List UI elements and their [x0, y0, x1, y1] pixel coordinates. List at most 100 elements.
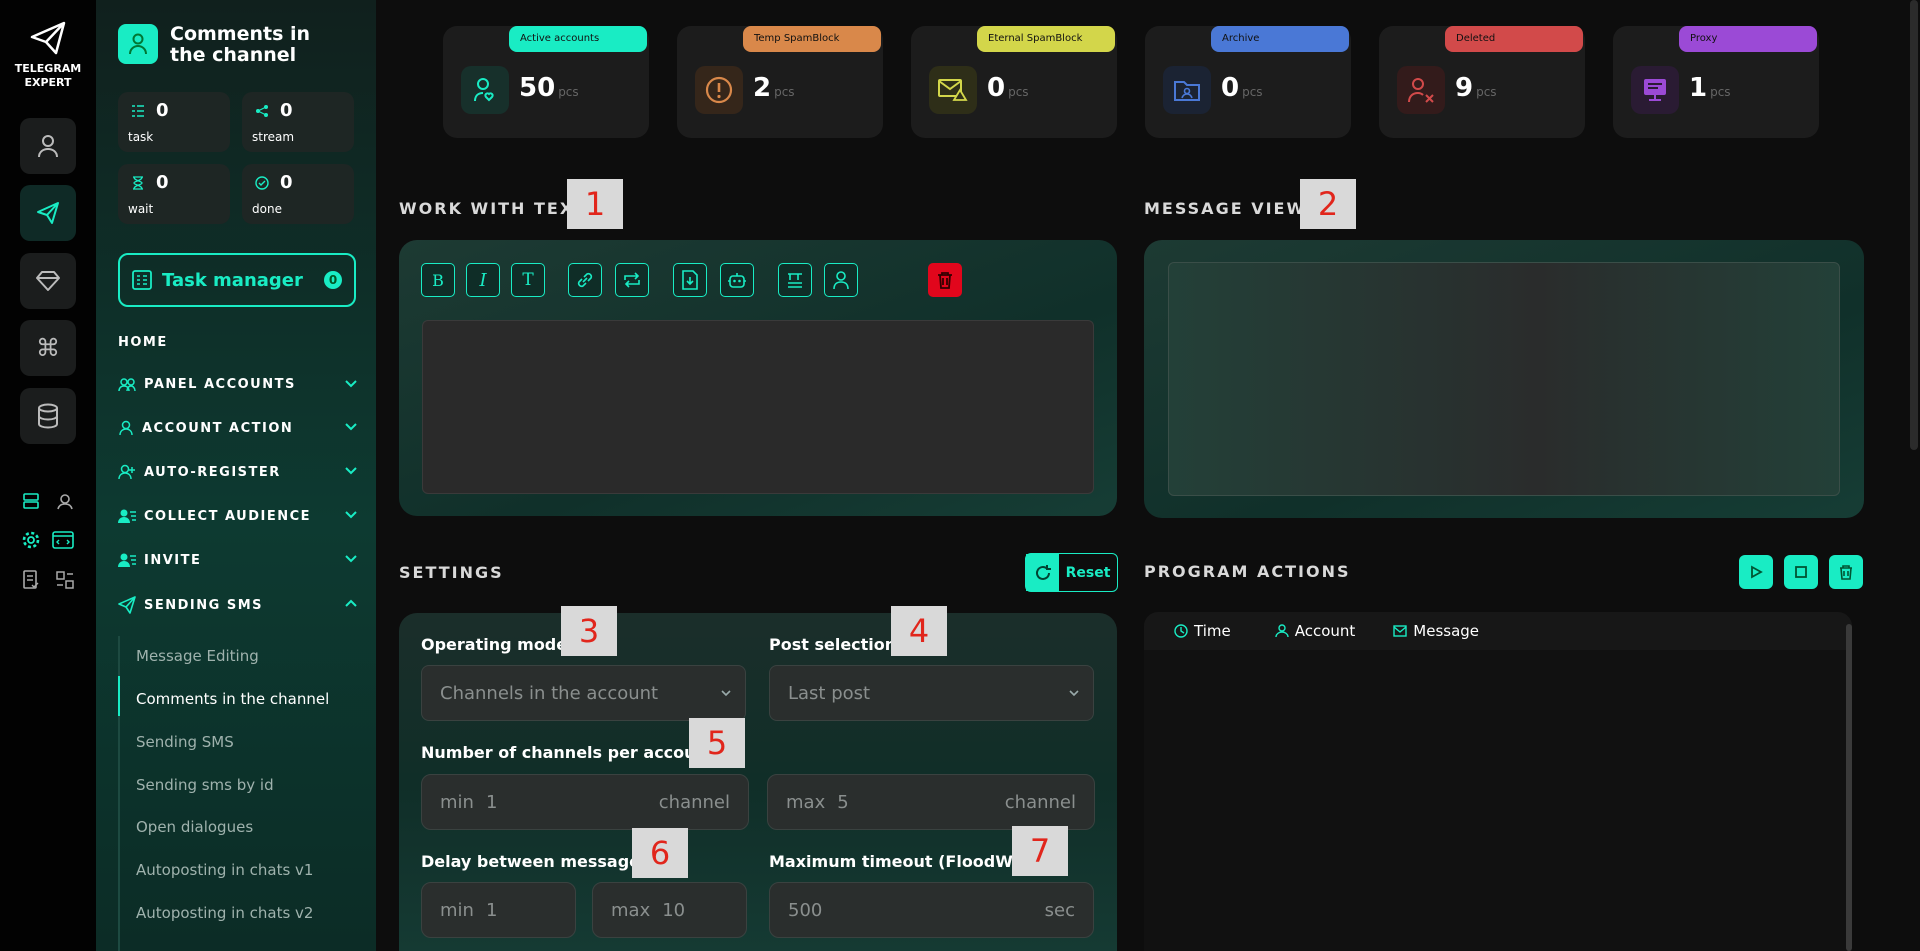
insert-user-button[interactable]: [824, 263, 858, 297]
reset-button[interactable]: Reset: [1025, 553, 1118, 592]
channels-max-value: 5: [837, 791, 849, 813]
log-header: Time Account Message: [1144, 612, 1852, 650]
nav-panel-accounts[interactable]: PANEL ACCOUNTS: [118, 377, 358, 392]
file-download-icon: [682, 270, 698, 290]
log-col-account-label: Account: [1294, 622, 1356, 640]
rail-database-button[interactable]: [20, 388, 76, 444]
log-col-message-label: Message: [1413, 622, 1480, 640]
post-selection-select[interactable]: Last post: [769, 665, 1094, 721]
rail-telegram-button[interactable]: [20, 185, 76, 241]
bot-button[interactable]: [720, 263, 754, 297]
import-file-button[interactable]: [673, 263, 707, 297]
card-unit: pcs: [1476, 85, 1497, 99]
nav-auto-register[interactable]: AUTO-REGISTER: [118, 464, 358, 480]
sub-comments-in-channel[interactable]: Comments in the channel: [136, 690, 329, 708]
nav-collect-audience-label: COLLECT AUDIENCE: [144, 508, 311, 524]
log-col-time: Time: [1174, 622, 1231, 640]
send-icon: [37, 202, 59, 224]
nav-invite[interactable]: INVITE: [118, 552, 358, 568]
text-block-button[interactable]: [778, 263, 812, 297]
chevron-down-icon: [1069, 690, 1079, 697]
message-view-title: MESSAGE VIEW: [1144, 199, 1307, 218]
stop-button[interactable]: [1784, 555, 1818, 589]
channels-max-input[interactable]: max 5 channel: [767, 774, 1095, 830]
task-manager-button[interactable]: Task manager 0: [118, 253, 356, 307]
channel-unit: channel: [1004, 791, 1076, 813]
log-col-time-label: Time: [1194, 622, 1231, 640]
sub-autoposting-v2[interactable]: Autoposting in chats v2: [136, 904, 313, 922]
user-plus-icon: [118, 464, 135, 480]
nav-account-action[interactable]: ACCOUNT ACTION: [118, 420, 358, 436]
code-window-icon[interactable]: [52, 529, 74, 551]
italic-button[interactable]: I: [466, 263, 500, 297]
settings-gear-icon[interactable]: [20, 529, 42, 551]
clear-log-button[interactable]: [1829, 555, 1863, 589]
floodwait-input[interactable]: 500 sec: [769, 882, 1094, 938]
chevron-down-icon: [721, 690, 731, 697]
settings-title: SETTINGS: [399, 563, 504, 582]
card-tag: Proxy: [1679, 26, 1817, 52]
card-unit: pcs: [558, 85, 579, 99]
check-circle-icon: [254, 175, 270, 191]
list-icon: [130, 103, 146, 119]
link-button[interactable]: [568, 263, 602, 297]
log-col-message: Message: [1393, 622, 1479, 640]
card-tag: Deleted: [1445, 26, 1583, 52]
mail-icon: [1393, 625, 1407, 637]
rail-accounts-button[interactable]: [20, 118, 76, 174]
program-actions-title: PROGRAM ACTIONS: [1144, 562, 1351, 581]
sub-message-editing[interactable]: Message Editing: [136, 647, 259, 665]
rail-commands-button[interactable]: ⌘: [20, 320, 76, 376]
nav-sending-sms[interactable]: SENDING SMS: [118, 596, 358, 614]
delay-min-value: 1: [485, 899, 498, 921]
text-format-button[interactable]: T: [511, 263, 545, 297]
operating-mode-label: Operating mode: [421, 635, 568, 654]
paper-plane-logo-icon: [30, 21, 66, 55]
user-icon: [38, 135, 58, 158]
grid-swap-icon[interactable]: [54, 569, 76, 591]
document-check-icon[interactable]: [20, 569, 42, 591]
nav-auto-register-label: AUTO-REGISTER: [144, 464, 281, 480]
bold-button[interactable]: B: [421, 263, 455, 297]
channels-min-input[interactable]: min 1 channel: [421, 774, 749, 830]
user-list-icon: [118, 553, 136, 567]
user-circle-icon[interactable]: [54, 490, 76, 512]
submenu-active-marker: [118, 676, 120, 716]
user-heart-icon: [461, 66, 509, 114]
nav-home[interactable]: HOME: [118, 335, 358, 350]
repeat-icon: [624, 272, 640, 288]
clear-text-button[interactable]: [928, 263, 962, 297]
page-scrollbar[interactable]: [1910, 0, 1918, 450]
nav-sending-sms-label: SENDING SMS: [144, 597, 263, 613]
operating-mode-select[interactable]: Channels in the account: [421, 665, 746, 721]
message-textarea[interactable]: [422, 320, 1094, 494]
hourglass-icon: [130, 175, 146, 191]
annotation-badge-4: 4: [891, 606, 947, 656]
stat-task: 0 task: [118, 92, 230, 152]
card-temp-spamblock: Temp SpamBlock 2 pcs: [677, 26, 883, 138]
annotation-badge-7: 7: [1012, 826, 1068, 876]
sidebar: Comments in the channel 0 task 0 stream …: [96, 0, 376, 951]
text-icon: T: [522, 270, 534, 290]
task-manager-count: 0: [324, 271, 342, 289]
delay-min-input[interactable]: min 1: [421, 882, 576, 938]
sub-autoposting-v1[interactable]: Autoposting in chats v1: [136, 861, 313, 879]
nav-collect-audience[interactable]: COLLECT AUDIENCE: [118, 508, 358, 524]
server-list-icon[interactable]: [20, 490, 42, 512]
stat-stream: 0 stream: [242, 92, 354, 152]
start-button[interactable]: [1739, 555, 1773, 589]
sub-sending-sms[interactable]: Sending SMS: [136, 733, 234, 751]
sub-open-dialogues[interactable]: Open dialogues: [136, 818, 253, 836]
proxy-server-icon: [1631, 66, 1679, 114]
operating-mode-value: Channels in the account: [440, 682, 659, 704]
repeat-button[interactable]: [615, 263, 649, 297]
rail-premium-button[interactable]: [20, 253, 76, 309]
card-eternal-spamblock: Eternal SpamBlock 0 pcs: [911, 26, 1117, 138]
log-scrollbar[interactable]: [1846, 624, 1852, 951]
card-value: 0: [1221, 73, 1240, 103]
sub-sending-sms-by-id[interactable]: Sending sms by id: [136, 776, 274, 794]
delay-max-input[interactable]: max 10: [592, 882, 747, 938]
page-header: Comments in the channel: [118, 24, 350, 66]
user-icon: [1275, 624, 1289, 638]
app-logo[interactable]: TELEGRAM EXPERT: [0, 20, 96, 90]
